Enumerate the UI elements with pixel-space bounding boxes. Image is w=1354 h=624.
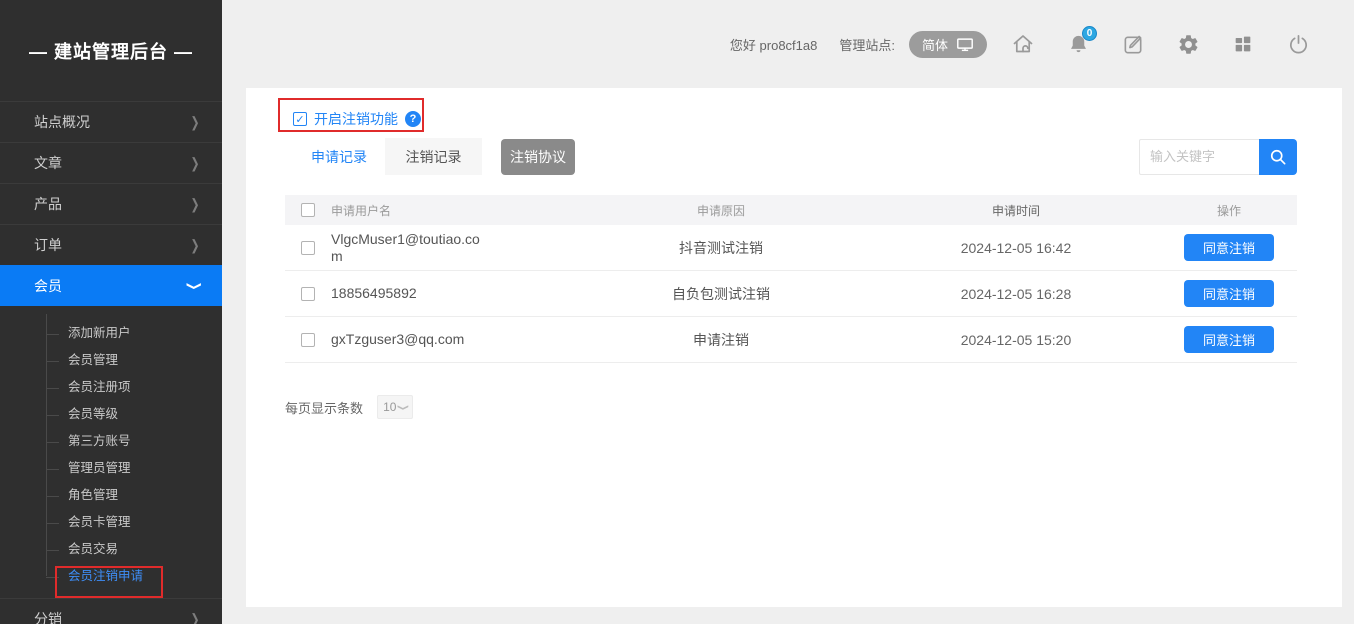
chevron-right-icon	[190, 611, 199, 624]
agree-cancel-button[interactable]: 同意注销	[1184, 234, 1274, 261]
submenu-item-admin-mgmt[interactable]: 管理员管理	[0, 455, 222, 482]
cell-time: 2024-12-05 15:20	[871, 332, 1161, 348]
sidebar-item-orders[interactable]: 订单	[0, 224, 222, 265]
members-submenu: 添加新用户 会员管理 会员注册项 会员等级 第三方账号 管理员管理 角色管理 会…	[0, 306, 222, 598]
cell-username: 18856495892	[331, 285, 417, 302]
edit-icon[interactable]	[1121, 32, 1145, 56]
tab-cancel-agreement[interactable]: 注销协议	[501, 139, 575, 175]
sidebar-item-label: 会员	[34, 276, 62, 296]
header-username: 申请用户名	[331, 202, 571, 219]
language-pill-button[interactable]: 简体	[909, 31, 987, 58]
sidebar-item-label: 产品	[34, 194, 62, 214]
cancel-feature-toggle-row: 开启注销功能	[246, 88, 1342, 132]
submenu-item-member-level[interactable]: 会员等级	[0, 401, 222, 428]
row-checkbox[interactable]	[301, 241, 315, 255]
header-time: 申请时间	[871, 202, 1161, 219]
topbar-icons: 0	[1011, 32, 1310, 56]
tabs-row: 申请记录 注销记录 注销协议	[246, 132, 1342, 175]
notification-badge: 0	[1082, 26, 1097, 41]
table-row: gxTzguser3@qq.com 申请注销 2024-12-05 15:20 …	[285, 317, 1297, 363]
row-checkbox[interactable]	[301, 333, 315, 347]
enable-cancel-checkbox[interactable]	[293, 112, 307, 126]
chevron-down-icon	[399, 402, 407, 413]
sidebar-item-distribution[interactable]: 分销	[0, 598, 222, 624]
page-size-select[interactable]: 10	[377, 395, 413, 419]
enable-cancel-label: 开启注销功能	[314, 109, 398, 129]
greeting-text: 您好 pro8cf1a8	[730, 35, 817, 54]
page-size-label: 每页显示条数	[285, 398, 363, 417]
table-row: 18856495892 自负包测试注销 2024-12-05 16:28 同意注…	[285, 271, 1297, 317]
cell-time: 2024-12-05 16:42	[871, 240, 1161, 256]
chevron-right-icon	[190, 237, 199, 254]
sidebar-item-label: 站点概况	[34, 112, 90, 132]
pagination-row: 每页显示条数 10	[285, 395, 1342, 419]
row-checkbox[interactable]	[301, 287, 315, 301]
notifications-bell-icon[interactable]: 0	[1066, 32, 1090, 56]
tab-cancel-records[interactable]: 注销记录	[385, 138, 482, 175]
sidebar: — 建站管理后台 — 站点概况 文章 产品 订单 会员 添加新用户 会员管理 会…	[0, 0, 222, 624]
power-icon[interactable]	[1286, 32, 1310, 56]
manage-site-label: 管理站点:	[839, 35, 895, 54]
submenu-item-add-user[interactable]: 添加新用户	[0, 320, 222, 347]
apps-grid-icon[interactable]	[1231, 32, 1255, 56]
cell-reason: 申请注销	[571, 330, 871, 350]
agree-cancel-button[interactable]: 同意注销	[1184, 326, 1274, 353]
main-content-card: 开启注销功能 申请记录 注销记录 注销协议 申请用户名 申请原因 申请时	[246, 88, 1342, 607]
submenu-item-role-mgmt[interactable]: 角色管理	[0, 482, 222, 509]
header-action: 操作	[1161, 202, 1297, 219]
search-button[interactable]	[1259, 139, 1297, 175]
submenu-item-member-card[interactable]: 会员卡管理	[0, 509, 222, 536]
help-question-icon[interactable]	[405, 111, 421, 127]
submenu-item-member-trade[interactable]: 会员交易	[0, 536, 222, 563]
cell-reason: 自负包测试注销	[571, 284, 871, 304]
sidebar-item-site-overview[interactable]: 站点概况	[0, 101, 222, 142]
settings-gear-icon[interactable]	[1176, 32, 1200, 56]
header-reason: 申请原因	[571, 202, 871, 219]
chevron-down-icon	[187, 281, 204, 290]
cell-username: gxTzguser3@qq.com	[331, 331, 464, 348]
submenu-item-member-cancel-request[interactable]: 会员注销申请	[0, 563, 222, 590]
chevron-right-icon	[190, 114, 199, 131]
sidebar-item-products[interactable]: 产品	[0, 183, 222, 224]
sidebar-item-members[interactable]: 会员	[0, 265, 222, 306]
topbar: 您好 pro8cf1a8 管理站点: 简体 0	[222, 0, 1354, 88]
sidebar-item-label: 分销	[34, 609, 62, 624]
table-row: VlgcMuser1@toutiao.com 抖音测试注销 2024-12-05…	[285, 225, 1297, 271]
select-all-checkbox[interactable]	[301, 203, 315, 217]
page-size-value: 10	[383, 400, 396, 414]
cancel-requests-table: 申请用户名 申请原因 申请时间 操作 VlgcMuser1@toutiao.co…	[285, 195, 1297, 363]
cell-time: 2024-12-05 16:28	[871, 286, 1161, 302]
tab-apply-records[interactable]: 申请记录	[293, 138, 385, 175]
home-icon[interactable]	[1011, 32, 1035, 56]
submenu-item-member-mgmt[interactable]: 会员管理	[0, 347, 222, 374]
chevron-right-icon	[190, 155, 199, 172]
search-input[interactable]	[1139, 139, 1259, 175]
cell-username: VlgcMuser1@toutiao.com	[331, 231, 481, 265]
sidebar-item-label: 文章	[34, 153, 62, 173]
table-header-row: 申请用户名 申请原因 申请时间 操作	[285, 195, 1297, 225]
submenu-item-register-fields[interactable]: 会员注册项	[0, 374, 222, 401]
sidebar-item-label: 订单	[34, 235, 62, 255]
language-label: 简体	[922, 35, 948, 54]
monitor-icon	[956, 37, 974, 52]
submenu-item-thirdparty-account[interactable]: 第三方账号	[0, 428, 222, 455]
app-logo: — 建站管理后台 —	[0, 0, 222, 101]
search-icon	[1268, 147, 1288, 167]
search-box	[1139, 139, 1297, 175]
sidebar-item-articles[interactable]: 文章	[0, 142, 222, 183]
agree-cancel-button[interactable]: 同意注销	[1184, 280, 1274, 307]
chevron-right-icon	[190, 196, 199, 213]
cell-reason: 抖音测试注销	[571, 238, 871, 258]
